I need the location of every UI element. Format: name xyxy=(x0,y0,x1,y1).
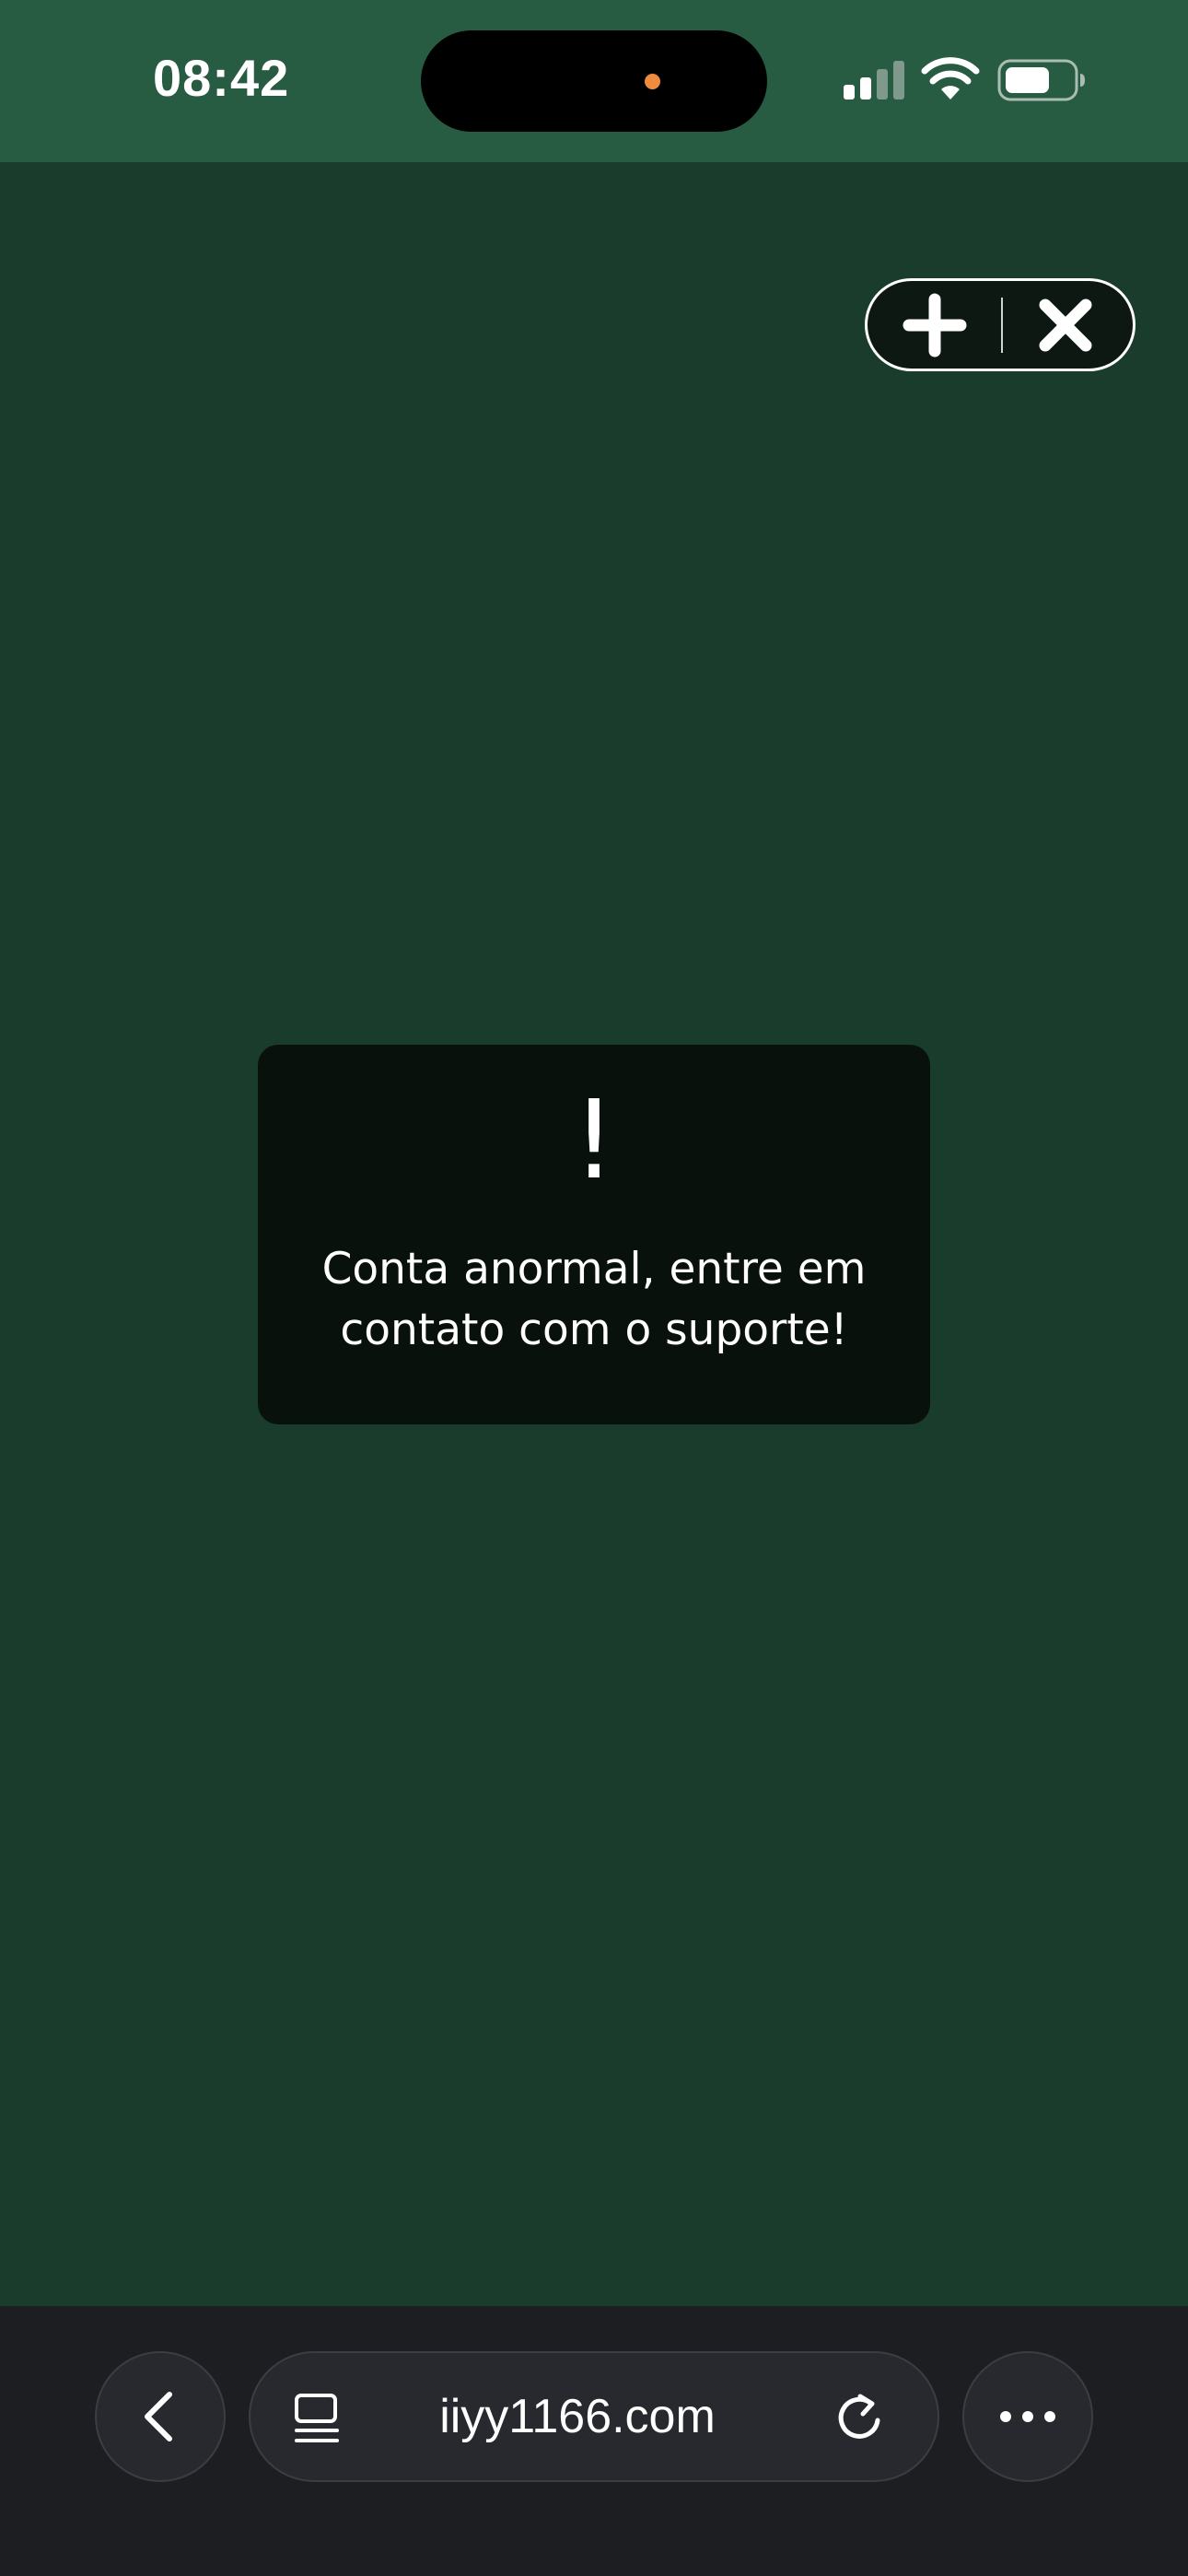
plus-icon xyxy=(903,293,967,357)
close-icon xyxy=(1039,299,1092,351)
battery-icon xyxy=(997,59,1085,101)
more-icon xyxy=(1000,2411,1055,2422)
privacy-indicator-dot xyxy=(645,74,660,89)
reload-icon[interactable] xyxy=(833,2391,886,2444)
toast-message: Conta anormal, entre em contato com o su… xyxy=(321,1244,867,1355)
add-button[interactable] xyxy=(868,281,1002,369)
wifi-icon xyxy=(921,57,980,100)
dynamic-island xyxy=(421,30,767,132)
chevron-left-icon xyxy=(145,2392,172,2441)
address-bar[interactable]: iiyy1166.com xyxy=(249,2351,939,2482)
status-time: 08:42 xyxy=(153,49,290,107)
more-button[interactable] xyxy=(962,2351,1093,2482)
back-button[interactable] xyxy=(95,2351,226,2482)
screen: 08:42 ! Conta anormal, entre em contato … xyxy=(0,0,1188,2576)
capsule-menu xyxy=(865,278,1136,371)
url-text[interactable]: iiyy1166.com xyxy=(361,2353,794,2480)
tabs-icon[interactable] xyxy=(293,2393,341,2444)
exclamation-icon: ! xyxy=(572,1076,616,1203)
error-toast: ! Conta anormal, entre em contato com o … xyxy=(258,1045,930,1424)
status-bar: 08:42 xyxy=(0,0,1188,162)
close-button[interactable] xyxy=(998,281,1133,369)
cellular-signal-icon xyxy=(844,61,904,100)
browser-toolbar: iiyy1166.com xyxy=(0,2306,1188,2576)
